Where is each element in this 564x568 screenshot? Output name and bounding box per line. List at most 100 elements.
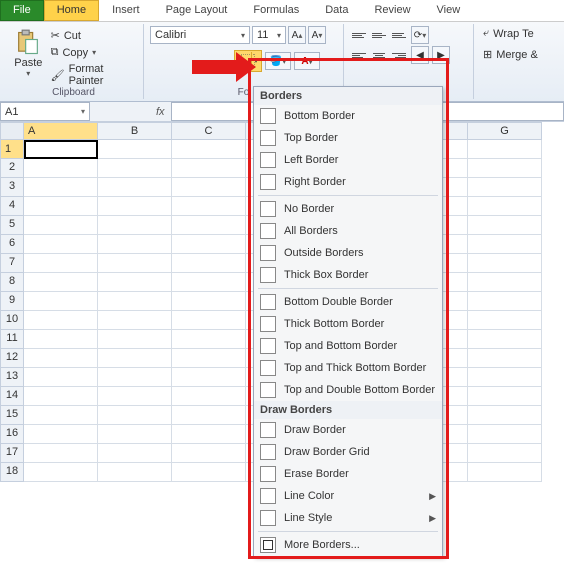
row-header-2[interactable]: 2 [0,159,24,178]
menu-item-top-border[interactable]: Top Border [254,127,442,149]
shrink-font-button[interactable]: A▾ [308,26,326,44]
cell-C5[interactable] [172,216,246,235]
row-header-7[interactable]: 7 [0,254,24,273]
row-header-14[interactable]: 14 [0,387,24,406]
cell-A6[interactable] [24,235,98,254]
cell-G9[interactable] [468,292,542,311]
tab-page-layout[interactable]: Page Layout [153,0,241,21]
cell-A18[interactable] [24,463,98,482]
cell-G4[interactable] [468,197,542,216]
font-color-button[interactable]: A▾ [294,52,320,70]
cell-G7[interactable] [468,254,542,273]
cell-B3[interactable] [98,178,172,197]
cell-C1[interactable] [172,140,246,159]
align-center-button[interactable] [370,48,388,62]
cell-G5[interactable] [468,216,542,235]
row-header-6[interactable]: 6 [0,235,24,254]
cell-A14[interactable] [24,387,98,406]
tab-home[interactable]: Home [44,0,99,21]
cell-B7[interactable] [98,254,172,273]
cell-C18[interactable] [172,463,246,482]
column-header-B[interactable]: B [98,122,172,140]
align-middle-button[interactable] [370,28,388,42]
cell-A12[interactable] [24,349,98,368]
wrap-text-button[interactable]: ⤶Wrap Te [480,26,546,41]
menu-item-draw-border[interactable]: Draw Border [254,419,442,441]
column-header-A[interactable]: A [24,122,98,140]
cell-A17[interactable] [24,444,98,463]
row-header-15[interactable]: 15 [0,406,24,425]
menu-item-top-and-double-bottom-border[interactable]: Top and Double Bottom Border [254,379,442,401]
menu-item-top-and-bottom-border[interactable]: Top and Bottom Border [254,335,442,357]
menu-item-line-style[interactable]: Line Style▶ [254,507,442,529]
tab-review[interactable]: Review [361,0,423,21]
row-header-11[interactable]: 11 [0,330,24,349]
cell-B16[interactable] [98,425,172,444]
merge-button[interactable]: ⊞Merge & [480,47,546,62]
font-name-select[interactable]: Calibri▾ [150,26,250,44]
row-header-9[interactable]: 9 [0,292,24,311]
cell-G17[interactable] [468,444,542,463]
cell-B12[interactable] [98,349,172,368]
menu-item-left-border[interactable]: Left Border [254,149,442,171]
cell-A10[interactable] [24,311,98,330]
menu-item-more-borders[interactable]: More Borders... [254,534,442,556]
format-painter-button[interactable]: 🖌Format Painter [47,62,137,88]
decrease-indent-button[interactable]: ◀ [411,46,429,64]
row-header-1[interactable]: 1 [0,140,24,159]
cell-C3[interactable] [172,178,246,197]
cell-G14[interactable] [468,387,542,406]
row-header-3[interactable]: 3 [0,178,24,197]
row-header-12[interactable]: 12 [0,349,24,368]
row-header-18[interactable]: 18 [0,463,24,482]
cell-B8[interactable] [98,273,172,292]
menu-item-right-border[interactable]: Right Border [254,171,442,193]
cell-G8[interactable] [468,273,542,292]
align-top-button[interactable] [350,28,368,42]
cell-A13[interactable] [24,368,98,387]
menu-item-outside-borders[interactable]: Outside Borders [254,242,442,264]
menu-item-erase-border[interactable]: Erase Border [254,463,442,485]
cell-C10[interactable] [172,311,246,330]
cell-C16[interactable] [172,425,246,444]
cell-A8[interactable] [24,273,98,292]
row-header-4[interactable]: 4 [0,197,24,216]
cell-G11[interactable] [468,330,542,349]
cell-B9[interactable] [98,292,172,311]
cell-G3[interactable] [468,178,542,197]
cell-C8[interactable] [172,273,246,292]
cell-A3[interactable] [24,178,98,197]
cell-A4[interactable] [24,197,98,216]
menu-item-bottom-border[interactable]: Bottom Border [254,105,442,127]
cell-B18[interactable] [98,463,172,482]
paste-button[interactable]: Paste ▾ [10,26,47,88]
menu-item-thick-bottom-border[interactable]: Thick Bottom Border [254,313,442,335]
cell-B15[interactable] [98,406,172,425]
select-all-corner[interactable] [0,122,24,140]
cell-G12[interactable] [468,349,542,368]
cell-B2[interactable] [98,159,172,178]
tab-insert[interactable]: Insert [99,0,153,21]
cell-G13[interactable] [468,368,542,387]
cell-G2[interactable] [468,159,542,178]
copy-button[interactable]: ⧉Copy▾ [47,45,137,60]
cell-A2[interactable] [24,159,98,178]
cell-G10[interactable] [468,311,542,330]
row-header-10[interactable]: 10 [0,311,24,330]
cell-G18[interactable] [468,463,542,482]
row-header-13[interactable]: 13 [0,368,24,387]
fx-label[interactable]: fx [150,102,171,121]
menu-item-no-border[interactable]: No Border [254,198,442,220]
column-header-C[interactable]: C [172,122,246,140]
menu-item-line-color[interactable]: Line Color▶ [254,485,442,507]
cell-A11[interactable] [24,330,98,349]
tab-file[interactable]: File [0,0,44,21]
row-header-8[interactable]: 8 [0,273,24,292]
cell-C13[interactable] [172,368,246,387]
cell-B14[interactable] [98,387,172,406]
cell-C12[interactable] [172,349,246,368]
cell-A9[interactable] [24,292,98,311]
cell-G15[interactable] [468,406,542,425]
tab-view[interactable]: View [424,0,474,21]
menu-item-bottom-double-border[interactable]: Bottom Double Border [254,291,442,313]
